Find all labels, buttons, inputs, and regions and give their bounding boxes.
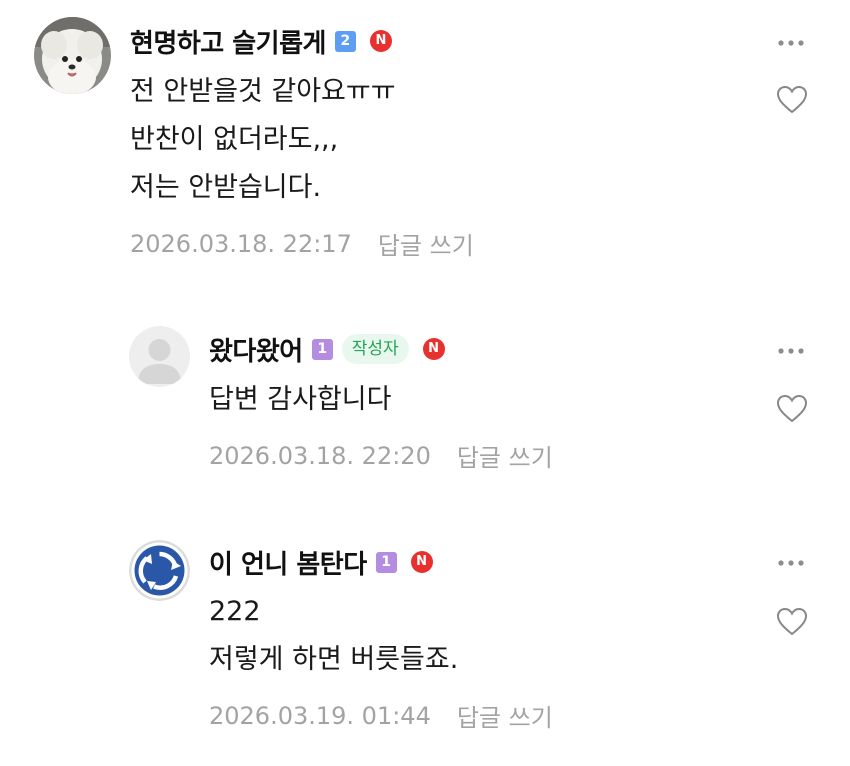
more-horizontal-icon[interactable] [776,346,806,356]
level-badge: 2 [334,30,356,52]
comment-line: 반찬이 없더라도,,, [130,124,339,155]
comment-text: 전 안받을것 같아요ㅠㅠ 반찬이 없더라도,,, 저는 안받습니다. [130,68,396,212]
heart-outline-icon[interactable] [776,607,808,637]
new-badge: N [422,338,445,360]
heart-outline-icon[interactable] [776,85,808,115]
comment-line: 222 [209,596,261,627]
comment-header: 현명하고 슬기롭게 2 N [130,23,392,60]
reply-button[interactable]: 답글 쓰기 [457,438,553,473]
comment-line: 저는 안받습니다. [130,172,322,203]
new-badge: N [369,30,392,52]
default-profile-icon [129,326,190,387]
reply-button[interactable]: 답글 쓰기 [378,226,474,261]
level-badge: 1 [311,338,333,360]
comment-header: 왔다왔어 1 작성자 N [209,331,445,368]
author-badge: 작성자 [341,334,409,364]
comment-line: 저렇게 하면 버릇들죠. [209,644,459,675]
comment-meta: 2026.03.18. 22:20 답글 쓰기 [209,438,553,473]
comment-line: 전 안받을것 같아요ㅠㅠ [130,76,396,107]
more-horizontal-icon[interactable] [776,38,806,48]
timestamp: 2026.03.18. 22:20 [209,441,431,470]
heart-outline-icon[interactable] [776,394,808,424]
comment-line: 답변 감사합니다 [209,384,392,415]
more-horizontal-icon[interactable] [776,558,806,568]
comment-meta: 2026.03.19. 01:44 답글 쓰기 [209,698,553,733]
comment-text: 답변 감사합니다 [209,376,391,424]
avatar[interactable] [129,540,190,601]
level-badge: 1 [375,551,397,573]
nickname[interactable]: 왔다왔어 [209,331,303,368]
comment-header: 이 언니 봄탄다 1 N [209,544,433,581]
avatar[interactable] [129,326,190,387]
comment-text: 222 저렇게 하면 버릇들죠. [209,588,458,684]
new-badge: N [410,551,433,573]
timestamp: 2026.03.18. 22:17 [130,229,352,258]
reply-button[interactable]: 답글 쓰기 [457,698,553,733]
nickname[interactable]: 이 언니 봄탄다 [209,544,367,581]
roundabout-sign-icon [129,540,190,601]
white-dog-avatar-image [34,17,111,94]
avatar[interactable] [34,17,111,94]
timestamp: 2026.03.19. 01:44 [209,701,431,730]
comment-meta: 2026.03.18. 22:17 답글 쓰기 [130,226,474,261]
nickname[interactable]: 현명하고 슬기롭게 [130,23,326,60]
